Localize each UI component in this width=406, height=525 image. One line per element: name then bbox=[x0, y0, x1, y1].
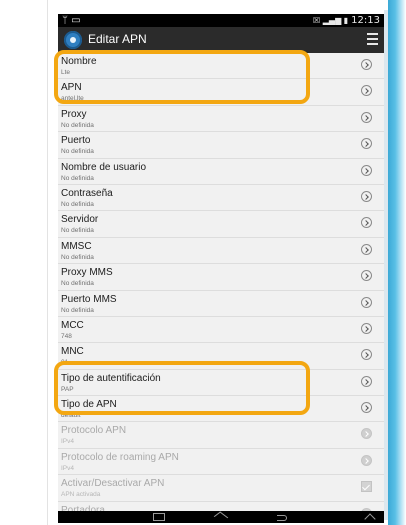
apn-row-title: Servidor bbox=[61, 214, 99, 226]
apn-row-value: No definida bbox=[61, 227, 94, 235]
apn-row[interactable]: Nombre Lte bbox=[58, 53, 384, 80]
apn-row[interactable]: APN antel.lte bbox=[58, 79, 384, 106]
chevron-right-icon[interactable] bbox=[361, 402, 372, 414]
apn-row-value: default bbox=[61, 412, 81, 420]
apn-row-title: MMSC bbox=[61, 240, 92, 252]
apn-row-title: Tipo de autentificación bbox=[61, 372, 161, 384]
page-divider bbox=[47, 0, 48, 525]
apn-row[interactable]: Contraseña No definida bbox=[58, 185, 384, 212]
chevron-up-icon[interactable] bbox=[364, 512, 378, 521]
chevron-right-icon[interactable] bbox=[361, 190, 372, 202]
page-right-border bbox=[384, 10, 388, 520]
apn-row-value: No definida bbox=[61, 148, 94, 156]
gear-icon[interactable] bbox=[64, 31, 82, 49]
apn-row-title: Proxy bbox=[61, 108, 87, 120]
apn-row-title: APN bbox=[61, 82, 82, 94]
home-icon[interactable] bbox=[215, 512, 229, 521]
apn-row-title: Nombre de usuario bbox=[61, 161, 147, 173]
page-title: Editar APN bbox=[88, 32, 147, 46]
chevron-right-icon[interactable] bbox=[361, 138, 372, 150]
apn-row-value: No definida bbox=[61, 200, 94, 208]
apn-row-value: No definida bbox=[61, 121, 94, 129]
apn-row-title: Puerto MMS bbox=[61, 293, 117, 305]
apn-row[interactable]: Servidor No definida bbox=[58, 211, 384, 238]
apn-row-value: APN activada bbox=[61, 491, 101, 499]
checkbox-icon[interactable] bbox=[361, 481, 372, 493]
apn-row-title: MCC bbox=[61, 319, 84, 331]
apn-row: Protocolo APN IPv4 bbox=[58, 422, 384, 449]
apn-row[interactable]: Puerto MMS No definida bbox=[58, 291, 384, 317]
chevron-right-icon bbox=[361, 428, 372, 440]
apn-row-title: Protocolo APN bbox=[61, 425, 127, 437]
apn-row[interactable]: Nombre de usuario No definida bbox=[58, 159, 384, 185]
apn-row[interactable]: Puerto No definida bbox=[58, 132, 384, 159]
apn-row-value: No definida bbox=[61, 280, 94, 288]
apn-row[interactable]: Activar/Desactivar APN APN activada bbox=[58, 475, 384, 502]
chevron-right-icon[interactable] bbox=[361, 270, 372, 282]
chevron-right-icon[interactable] bbox=[361, 375, 372, 387]
apn-settings-list: Nombre Lte APN antel.lte Proxy No definida Pue… bbox=[58, 53, 384, 523]
recent-apps-icon[interactable] bbox=[153, 513, 165, 521]
apn-row[interactable]: MCC 748 bbox=[58, 317, 384, 344]
page-right-accent bbox=[388, 0, 406, 525]
chevron-right-icon bbox=[361, 454, 372, 466]
apn-row-title: Activar/Desactivar APN bbox=[61, 478, 165, 490]
apn-row-title: Tipo de APN bbox=[61, 399, 117, 411]
chevron-right-icon[interactable] bbox=[361, 85, 372, 97]
apn-row-value: 01 bbox=[61, 359, 69, 367]
apn-row-title: Protocolo de roaming APN bbox=[61, 451, 179, 463]
chevron-right-icon[interactable] bbox=[361, 111, 372, 123]
apn-row-value: IPv4 bbox=[61, 438, 75, 446]
status-left-icons: ᛘ ▭ bbox=[62, 15, 81, 26]
action-bar: Editar APN bbox=[58, 27, 384, 53]
apn-row[interactable]: Tipo de APN default bbox=[58, 396, 384, 423]
apn-row-value: Lte bbox=[61, 69, 71, 76]
apn-row-value: 748 bbox=[61, 332, 72, 340]
status-time: 12:13 bbox=[351, 15, 380, 26]
apn-row-value: No definida bbox=[61, 174, 94, 182]
status-bar: ᛘ ▭ ☒ ▂▄▆ ▮ 12:13 bbox=[58, 14, 384, 27]
apn-row-value: No definida bbox=[61, 306, 94, 314]
apn-row: Protocolo de roaming APN IPv4 bbox=[58, 449, 384, 476]
apn-row[interactable]: MNC 01 bbox=[58, 343, 384, 370]
apn-row-value: IPv4 bbox=[61, 464, 75, 472]
apn-row[interactable]: MMSC No definida bbox=[58, 238, 384, 265]
status-right-icons: ☒ ▂▄▆ ▮ bbox=[313, 16, 349, 25]
apn-row-title: Proxy MMS bbox=[61, 267, 113, 279]
menu-icon[interactable] bbox=[367, 33, 378, 45]
apn-row-value: PAP bbox=[61, 385, 74, 393]
apn-row-value: No definida bbox=[61, 253, 94, 261]
chevron-right-icon[interactable] bbox=[361, 243, 372, 255]
apn-row[interactable]: Proxy MMS No definida bbox=[58, 264, 384, 291]
apn-row-title: MNC bbox=[61, 346, 84, 358]
navigation-bar bbox=[58, 511, 384, 523]
apn-row-title: Contraseña bbox=[61, 187, 113, 199]
chevron-right-icon[interactable] bbox=[361, 217, 372, 229]
chevron-right-icon[interactable] bbox=[361, 296, 372, 308]
apn-row-title: Puerto bbox=[61, 135, 91, 147]
page-left-margin bbox=[0, 0, 47, 525]
back-icon[interactable] bbox=[275, 512, 289, 521]
chevron-right-icon[interactable] bbox=[361, 349, 372, 361]
chevron-right-icon[interactable] bbox=[361, 322, 372, 334]
chevron-right-icon[interactable] bbox=[361, 59, 372, 70]
apn-row-value: antel.lte bbox=[61, 95, 84, 103]
apn-row-title: Nombre bbox=[61, 56, 97, 67]
apn-row[interactable]: Tipo de autentificación PAP bbox=[58, 370, 384, 397]
chevron-right-icon[interactable] bbox=[361, 164, 372, 176]
apn-row[interactable]: Proxy No definida bbox=[58, 106, 384, 133]
tablet-screen: ᛘ ▭ ☒ ▂▄▆ ▮ 12:13 Editar APN Nombre Lte APN… bbox=[58, 14, 384, 523]
status-right: ☒ ▂▄▆ ▮ 12:13 bbox=[313, 14, 380, 27]
